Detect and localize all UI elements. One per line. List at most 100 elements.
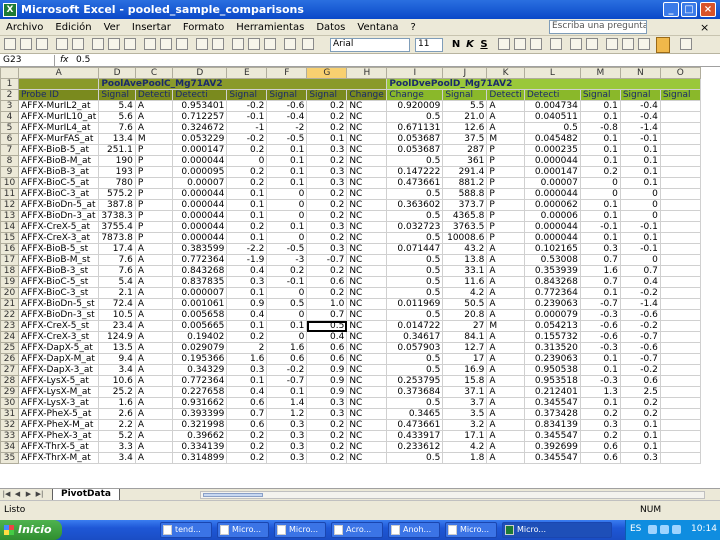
cell[interactable]: 0.1 bbox=[266, 386, 308, 398]
menu-insertar[interactable]: Insertar bbox=[126, 22, 177, 33]
cell[interactable]: NC bbox=[346, 430, 388, 442]
cell[interactable]: 17.1 bbox=[442, 430, 488, 442]
cell[interactable]: 0.353939 bbox=[523, 265, 581, 277]
cell[interactable]: -0.3 bbox=[579, 342, 621, 354]
column-header[interactable]: D bbox=[98, 67, 136, 79]
cell[interactable]: 0.1 bbox=[619, 232, 661, 244]
cell[interactable]: 0.2 bbox=[226, 331, 268, 343]
cell[interactable]: P bbox=[134, 188, 174, 200]
cell[interactable]: 2.2 bbox=[98, 419, 136, 431]
excel-app-icon[interactable]: X bbox=[3, 2, 17, 17]
cell[interactable]: 0.004734 bbox=[523, 100, 581, 112]
cell[interactable] bbox=[659, 419, 701, 431]
column-header[interactable]: L bbox=[523, 67, 581, 79]
cell[interactable]: A bbox=[486, 375, 525, 387]
cell[interactable]: A bbox=[134, 111, 174, 123]
column-header[interactable]: C bbox=[134, 67, 174, 79]
cell[interactable]: A bbox=[486, 408, 525, 420]
cell[interactable]: 0 bbox=[619, 199, 661, 211]
cell[interactable]: P bbox=[486, 232, 525, 244]
cell[interactable]: A bbox=[486, 419, 525, 431]
cell[interactable]: NC bbox=[346, 375, 388, 387]
cell[interactable]: 3.2 bbox=[442, 419, 488, 431]
cell[interactable]: 0.1 bbox=[619, 144, 661, 156]
cell[interactable]: -1.9 bbox=[226, 254, 268, 266]
cell[interactable]: NC bbox=[346, 287, 388, 299]
print-preview-icon[interactable] bbox=[108, 38, 120, 50]
cell[interactable]: 0.345547 bbox=[523, 397, 581, 409]
cell[interactable]: 0.6 bbox=[579, 441, 621, 453]
cell[interactable]: P bbox=[486, 177, 525, 189]
cell[interactable]: 0.7 bbox=[306, 309, 348, 321]
cell[interactable]: A bbox=[134, 375, 174, 387]
cell[interactable]: 0.1 bbox=[579, 199, 621, 211]
cell[interactable]: 2.6 bbox=[98, 408, 136, 420]
cell[interactable] bbox=[659, 452, 701, 464]
align-center-icon[interactable] bbox=[514, 38, 526, 50]
row-header[interactable]: 3 bbox=[0, 100, 19, 112]
cell[interactable]: 0.3 bbox=[306, 221, 348, 233]
cell[interactable]: NC bbox=[346, 155, 388, 167]
cell[interactable]: 0.3 bbox=[306, 397, 348, 409]
cell[interactable]: 23.4 bbox=[98, 320, 136, 332]
cell[interactable]: 3.4 bbox=[98, 364, 136, 376]
cell[interactable]: -0.6 bbox=[619, 309, 661, 321]
cell[interactable]: NC bbox=[346, 364, 388, 376]
cell[interactable]: 9.4 bbox=[98, 353, 136, 365]
group-label-poold[interactable]: PoolDvePoolD_Mg71AV2 bbox=[386, 78, 701, 90]
cell[interactable]: 0.7 bbox=[226, 408, 268, 420]
cell[interactable]: -1.4 bbox=[619, 298, 661, 310]
cell[interactable]: 0.433917 bbox=[386, 430, 444, 442]
cell[interactable] bbox=[659, 397, 701, 409]
probe-id-cell[interactable]: AFFX-LysX-M_at bbox=[17, 386, 100, 398]
cell[interactable] bbox=[659, 133, 701, 145]
cell[interactable]: 0.1 bbox=[226, 320, 268, 332]
cell[interactable]: 0.772364 bbox=[172, 375, 228, 387]
cell[interactable]: 0.5 bbox=[386, 452, 444, 464]
cell[interactable]: A bbox=[486, 111, 525, 123]
cell[interactable]: 0 bbox=[266, 331, 308, 343]
cell[interactable]: 0.000062 bbox=[523, 199, 581, 211]
cell[interactable]: 37.1 bbox=[442, 386, 488, 398]
cell[interactable]: 287 bbox=[442, 144, 488, 156]
cell[interactable]: 0.5 bbox=[386, 232, 444, 244]
row-header[interactable]: 25 bbox=[0, 342, 19, 354]
cell[interactable] bbox=[659, 287, 701, 299]
cell[interactable]: 17 bbox=[442, 353, 488, 365]
cell[interactable]: 1.2 bbox=[266, 408, 308, 420]
cell[interactable]: A bbox=[134, 386, 174, 398]
cell[interactable]: 0.5 bbox=[386, 265, 444, 277]
cell[interactable]: -0.7 bbox=[619, 353, 661, 365]
cut-icon[interactable] bbox=[144, 38, 156, 50]
cell[interactable]: 0.6 bbox=[226, 419, 268, 431]
cell[interactable]: 373.7 bbox=[442, 199, 488, 211]
cell[interactable]: 5.5 bbox=[442, 100, 488, 112]
cell[interactable]: A bbox=[134, 254, 174, 266]
align-left-icon[interactable] bbox=[498, 38, 510, 50]
cell[interactable]: 0.3 bbox=[579, 419, 621, 431]
cell[interactable]: A bbox=[486, 331, 525, 343]
cell[interactable]: 0.102165 bbox=[523, 243, 581, 255]
cell[interactable]: -0.1 bbox=[266, 276, 308, 288]
cell[interactable]: 0.4 bbox=[619, 276, 661, 288]
probe-id-cell[interactable]: AFFX-LysX-3_at bbox=[17, 397, 100, 409]
cell[interactable]: M bbox=[486, 133, 525, 145]
cell[interactable]: 3.4 bbox=[98, 452, 136, 464]
cell[interactable]: 0.3 bbox=[266, 430, 308, 442]
cell[interactable]: 1.4 bbox=[266, 397, 308, 409]
probe-id-cell[interactable]: AFFX-LysX-5_at bbox=[17, 375, 100, 387]
cell[interactable]: 3763.5 bbox=[442, 221, 488, 233]
cell[interactable] bbox=[659, 254, 701, 266]
cell[interactable]: NC bbox=[346, 232, 388, 244]
cell[interactable]: 0 bbox=[266, 232, 308, 244]
cell[interactable]: 0.1 bbox=[579, 210, 621, 222]
probe-id-cell[interactable]: AFFX-PheX-M_at bbox=[17, 419, 100, 431]
cell[interactable]: NC bbox=[346, 320, 388, 332]
cell[interactable]: 0.373428 bbox=[523, 408, 581, 420]
cell[interactable]: 0.3 bbox=[226, 276, 268, 288]
cell[interactable]: 0.000044 bbox=[523, 221, 581, 233]
cell[interactable]: A bbox=[486, 276, 525, 288]
cell[interactable]: -0.4 bbox=[619, 111, 661, 123]
cell[interactable]: P bbox=[486, 144, 525, 156]
cell[interactable]: 0.3 bbox=[266, 419, 308, 431]
